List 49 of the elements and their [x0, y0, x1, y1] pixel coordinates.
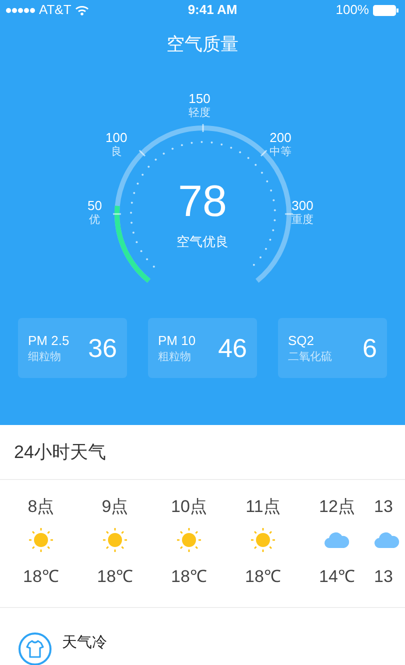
aqi-value: 78	[178, 180, 227, 224]
temperature-text: 18℃	[245, 566, 281, 588]
pollutant-desc: 粗粒物	[158, 352, 192, 362]
pollutant-value: 46	[218, 332, 247, 364]
sun-icon	[102, 527, 128, 553]
tick-label: 中等	[270, 146, 292, 160]
temperature-text: 13	[374, 566, 393, 588]
battery-icon	[372, 4, 399, 16]
sun-icon	[176, 527, 202, 553]
tick-value: 100	[106, 130, 128, 146]
temperature-text: 18℃	[23, 566, 59, 588]
cloud-icon	[324, 531, 350, 549]
hour-label: 10点	[171, 496, 207, 516]
clock-text: 9:41 AM	[188, 1, 238, 20]
pollutant-desc: 细粒物	[28, 352, 62, 362]
temperature-text: 18℃	[171, 566, 207, 588]
tick-label: 优	[89, 214, 100, 228]
tick-label: 轻度	[188, 107, 210, 121]
pollutant-desc: 二氧化硫	[288, 352, 332, 362]
tip-title: 天气冷	[62, 633, 107, 653]
signal-icon	[6, 8, 35, 12]
pollutant-name: PM 10	[158, 334, 196, 346]
sun-icon	[28, 527, 54, 553]
pollutant-name: PM 2.5	[28, 334, 70, 346]
tick-value: 300	[292, 198, 314, 214]
hour-label: 12点	[319, 496, 355, 516]
page-title: 空气质量	[166, 32, 238, 56]
battery-text: 100%	[336, 1, 369, 20]
hour-label: 9点	[102, 496, 128, 516]
aqi-label: 空气优良	[176, 233, 228, 251]
tick-value: 150	[188, 91, 210, 106]
tick-value: 50	[88, 198, 102, 214]
hour-label: 13	[374, 496, 393, 516]
pollutant-value: 6	[362, 332, 377, 364]
temperature-text: 14℃	[319, 566, 355, 588]
tick-value: 200	[270, 130, 292, 146]
tick-label: 重度	[292, 214, 314, 228]
cloud-icon	[374, 531, 400, 549]
temperature-text: 18℃	[97, 566, 133, 588]
pollutant-value: 36	[88, 332, 117, 364]
carrier-text: AT&T	[39, 1, 72, 20]
hour-label: 11点	[246, 496, 280, 516]
hour-label: 8点	[28, 496, 54, 516]
tick-label: 良	[110, 146, 122, 160]
shirt-icon	[18, 632, 52, 665]
section-title: 24小时天气	[14, 440, 106, 464]
sun-icon	[250, 527, 276, 553]
pollutant-name: SQ2	[288, 334, 316, 346]
wifi-icon	[75, 4, 90, 16]
